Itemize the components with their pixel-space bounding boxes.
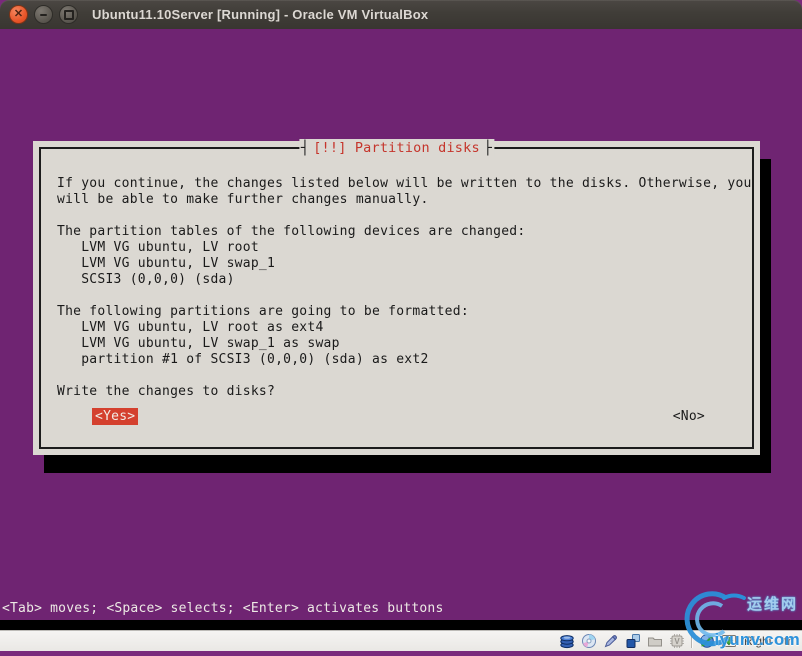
- dialog-title: ┤ [!!] Partition disks ├: [298, 139, 495, 157]
- svg-text:V: V: [674, 637, 680, 646]
- keyboard-capture-icon[interactable]: [721, 633, 737, 649]
- usb-devices-icon[interactable]: [603, 633, 619, 649]
- close-button[interactable]: ✕: [9, 5, 28, 24]
- vm-screen-bottom-edge: [0, 620, 802, 630]
- dialog-title-text: [!!] Partition disks: [313, 140, 480, 156]
- statusbar-separator: [690, 634, 693, 648]
- vbox-statusbar: V Right Ctrl: [0, 630, 802, 651]
- shared-folders-icon[interactable]: [647, 633, 663, 649]
- dialog-buttons: <Yes> <No>: [92, 408, 708, 425]
- yes-button[interactable]: <Yes>: [92, 408, 139, 425]
- optical-drives-icon[interactable]: [581, 633, 597, 649]
- dialog-body-text: If you continue, the changes listed belo…: [57, 176, 752, 399]
- hard-disks-icon[interactable]: [559, 633, 575, 649]
- vm-screen: ┤ [!!] Partition disks ├ If you continue, …: [0, 29, 802, 620]
- border-tick-right: ├: [483, 140, 493, 156]
- minimize-icon: [40, 13, 47, 16]
- network-adapters-icon[interactable]: [625, 633, 641, 649]
- minimize-button[interactable]: [34, 5, 53, 24]
- close-icon: ✕: [13, 7, 24, 20]
- maximize-icon: [63, 9, 74, 20]
- mouse-integration-icon[interactable]: [699, 633, 715, 649]
- virtualization-features-icon[interactable]: V: [669, 633, 685, 649]
- installer-help-line: <Tab> moves; <Space> selects; <Enter> ac…: [2, 601, 444, 616]
- dialog-frame: ┤ [!!] Partition disks ├ If you continue, …: [39, 139, 754, 449]
- window-titlebar: ✕ Ubuntu11.10Server [Running] - Oracle V…: [0, 0, 802, 29]
- host-key-label: Right Ctrl: [743, 634, 794, 648]
- partition-disks-dialog: ┤ [!!] Partition disks ├ If you continue, …: [33, 139, 760, 455]
- maximize-button[interactable]: [59, 5, 78, 24]
- no-button[interactable]: <No>: [670, 408, 708, 425]
- window-title: Ubuntu11.10Server [Running] - Oracle VM …: [92, 7, 429, 22]
